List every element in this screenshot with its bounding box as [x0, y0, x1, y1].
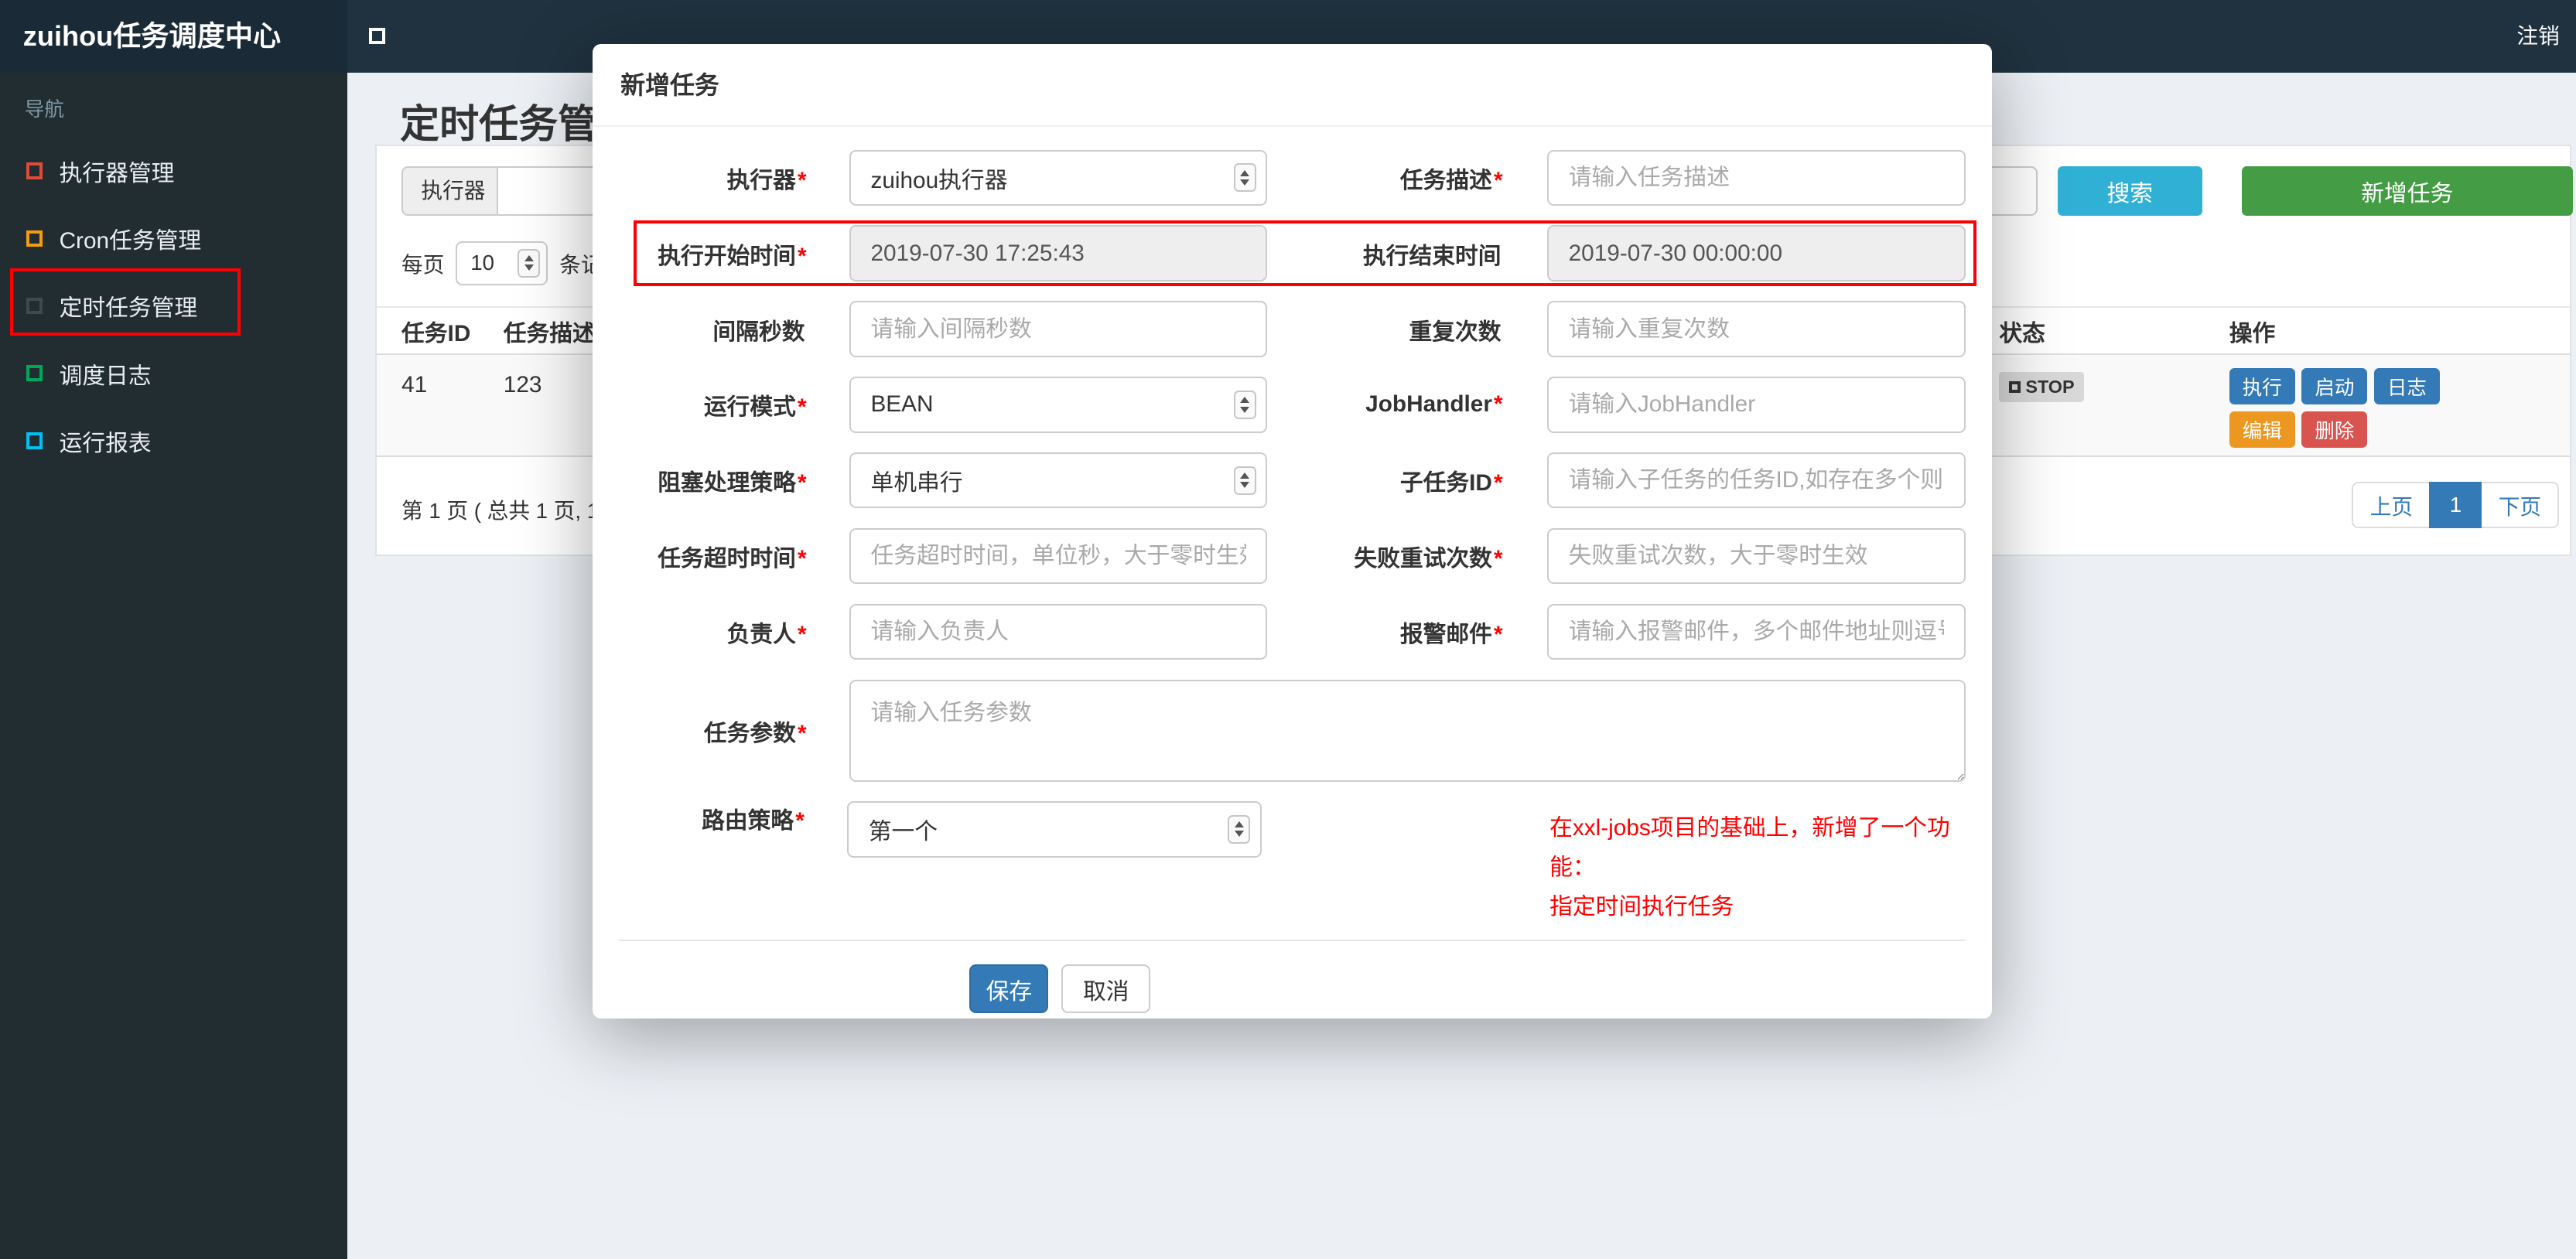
sidebar-toggle-icon[interactable]	[368, 28, 385, 45]
sidebar-item-run-report[interactable]: 运行报表	[0, 407, 347, 474]
sidebar-item-dispatch-log[interactable]: 调度日志	[0, 339, 347, 407]
add-task-modal: 新增任务 执行器* zuihou执行器 任务描述* 执行开始时间* 执行结束时间…	[593, 44, 1992, 1019]
repeat-count-input[interactable]	[1547, 301, 1966, 357]
route-strategy-select-value: 第一个	[868, 819, 938, 845]
search-button[interactable]: 搜索	[2057, 165, 2202, 216]
status-cell: STOP	[1999, 355, 2229, 455]
edit-button[interactable]: 编辑	[2229, 411, 2295, 448]
logout-link[interactable]: 注销	[2516, 0, 2559, 73]
run-mode-select-value: BEAN	[870, 391, 934, 418]
child-job-input[interactable]	[1547, 452, 1966, 509]
executor-filter-label: 执行器	[401, 165, 505, 216]
field-label-interval: 间隔秒数	[712, 319, 805, 345]
status-text: STOP	[2025, 377, 2075, 397]
sidebar-item-label: 调度日志	[59, 363, 152, 389]
field-label-start-time: 执行开始时间 *	[658, 243, 807, 269]
sidebar-item-executor-management[interactable]: 执行器管理	[0, 137, 347, 204]
start-button[interactable]: 启动	[2301, 368, 2368, 405]
run-mode-select[interactable]: BEAN	[849, 377, 1268, 433]
field-label-run-mode: 运行模式 *	[703, 394, 807, 421]
field-label-timeout: 任务超时时间 *	[658, 546, 807, 572]
add-task-button[interactable]: 新增任务	[2241, 165, 2573, 216]
sidebar-item-label: 运行报表	[59, 430, 152, 456]
square-icon	[26, 297, 43, 315]
modal-body: 执行器* zuihou执行器 任务描述* 执行开始时间* 执行结束时间 间隔秒数…	[593, 127, 1992, 926]
field-label-task-desc: 任务描述 *	[1399, 167, 1503, 193]
status-stop-badge: STOP	[1999, 371, 2085, 403]
route-strategy-select[interactable]: 第一个	[847, 801, 1262, 858]
page-size-prefix: 每页	[401, 253, 445, 278]
field-label-end-time: 执行结束时间	[1362, 243, 1502, 269]
square-icon	[26, 230, 43, 247]
page-size-row: 每页 10 条记录	[401, 241, 624, 287]
operations-cell: 执行 启动 日志 编辑 删除	[2229, 355, 2570, 455]
sidebar-item-label: 执行器管理	[59, 161, 175, 187]
field-label-repeat: 重复次数	[1409, 319, 1502, 345]
col-header-status: 状态	[1999, 320, 2045, 346]
start-time-input[interactable]	[849, 225, 1268, 281]
delete-button[interactable]: 删除	[2301, 411, 2368, 448]
log-button[interactable]: 日志	[2373, 368, 2440, 405]
select-arrows-icon	[1233, 466, 1256, 495]
fail-retry-input[interactable]	[1547, 527, 1966, 585]
modal-footer: 保存 取消	[593, 941, 1992, 1014]
interval-seconds-input[interactable]	[849, 301, 1268, 357]
cancel-button[interactable]: 取消	[1061, 964, 1150, 1014]
sidebar-item-cron-task-management[interactable]: Cron任务管理	[0, 205, 347, 272]
field-label-jobhandler: JobHandler *	[1365, 391, 1503, 418]
operations-buttons: 执行 启动 日志 编辑 删除	[2229, 355, 2476, 448]
sidebar-item-scheduled-task-management[interactable]: 定时任务管理	[0, 272, 347, 339]
prev-page-button[interactable]: 上页	[2352, 482, 2430, 528]
sidebar-header: 导航	[24, 99, 64, 121]
alarm-email-input[interactable]	[1547, 603, 1966, 660]
job-param-textarea[interactable]	[849, 679, 1966, 782]
block-strategy-select[interactable]: 单机串行	[849, 452, 1268, 509]
executor-select[interactable]: zuihou执行器	[849, 149, 1268, 206]
next-page-button[interactable]: 下页	[2482, 482, 2560, 528]
field-label-route-strategy: 路由策略 *	[702, 808, 805, 834]
select-arrows-icon	[1233, 163, 1256, 193]
col-header-operations: 操作	[2229, 320, 2276, 346]
app-root: zuihou任务调度中心 注销 导航 执行器管理 Cron任务管理 定时任务管理…	[0, 0, 2576, 1259]
field-label-author: 负责人 *	[726, 622, 807, 648]
author-input[interactable]	[849, 603, 1268, 660]
square-icon	[26, 162, 43, 179]
timeout-input[interactable]	[849, 527, 1268, 585]
current-page-button[interactable]: 1	[2429, 482, 2482, 528]
field-label-child-job: 子任务ID *	[1399, 470, 1503, 496]
end-time-input[interactable]	[1547, 225, 1966, 281]
app-logo[interactable]: zuihou任务调度中心	[0, 0, 347, 73]
field-label-block-strategy: 阻塞处理策略 *	[658, 470, 807, 496]
field-label-executor: 执行器 *	[726, 167, 807, 193]
feature-note-line2: 指定时间执行任务	[1549, 893, 1734, 920]
stop-square-icon	[2009, 381, 2021, 394]
sidebar-item-label: 定时任务管理	[59, 295, 198, 322]
task-id-cell: 41	[401, 371, 428, 397]
select-arrows-icon	[1228, 814, 1250, 844]
sidebar-item-label: Cron任务管理	[59, 228, 202, 254]
executor-select-value: zuihou执行器	[870, 167, 1008, 193]
feature-note: 在xxl-jobs项目的基础上，新增了一个功能： 指定时间执行任务	[1549, 801, 1992, 926]
select-arrows-icon	[518, 248, 540, 278]
job-desc-input[interactable]	[1547, 149, 1966, 206]
execute-button[interactable]: 执行	[2229, 368, 2295, 405]
jobhandler-input[interactable]	[1547, 377, 1966, 433]
pagination-controls: 上页 1 下页	[2352, 482, 2560, 528]
square-icon	[26, 432, 43, 449]
col-header-task-id: 任务ID	[401, 320, 471, 346]
sidebar: 导航 执行器管理 Cron任务管理 定时任务管理 调度日志 运行报表	[0, 72, 347, 1259]
page-size-select[interactable]: 10	[456, 241, 548, 285]
square-icon	[26, 365, 43, 382]
save-button[interactable]: 保存	[969, 964, 1049, 1014]
page-size-value: 10	[470, 251, 495, 275]
block-strategy-select-value: 单机串行	[870, 470, 963, 496]
field-label-fail-retry: 失败重试次数 *	[1354, 546, 1503, 572]
field-label-job-param: 任务参数 *	[703, 720, 807, 746]
modal-title: 新增任务	[593, 44, 1992, 127]
select-arrows-icon	[1233, 390, 1256, 419]
feature-note-line1: 在xxl-jobs项目的基础上，新增了一个功能：	[1549, 814, 1950, 880]
field-label-alarm-email: 报警邮件 *	[1399, 622, 1503, 648]
